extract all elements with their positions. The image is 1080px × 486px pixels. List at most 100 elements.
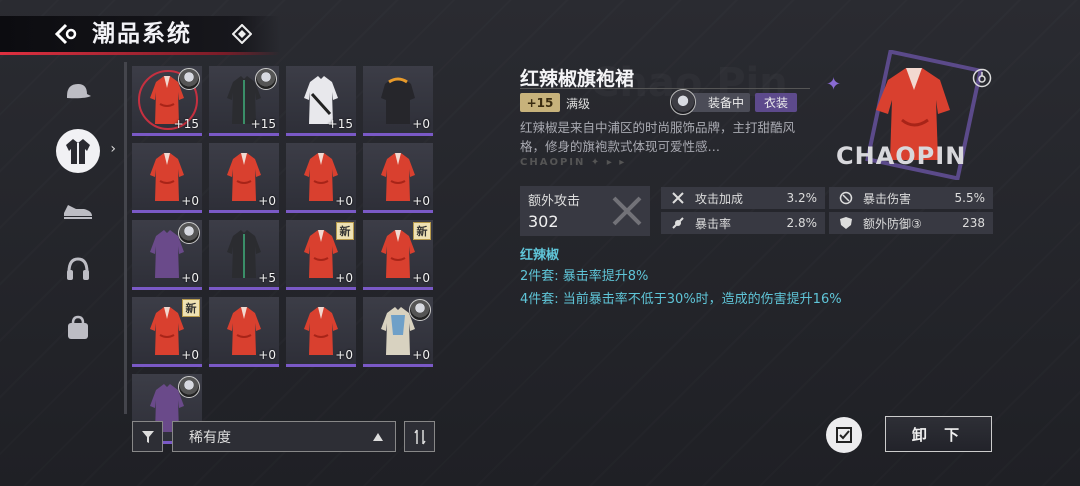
stat-name: 暴击率 [695, 216, 732, 231]
category-shoes[interactable] [56, 188, 100, 232]
header-accent [0, 52, 280, 55]
inventory-slot[interactable]: 新 +0 [286, 220, 356, 290]
back-button[interactable] [52, 20, 82, 48]
crossed-swords-icon [612, 196, 642, 226]
set-name: 红辣椒 [520, 248, 560, 263]
item-name: 红辣椒旗袍裙 [520, 68, 635, 90]
new-badge: 新 [336, 222, 354, 240]
crit-rate-icon [667, 216, 689, 230]
max-level-label: 满级 [566, 97, 591, 111]
stat-name: 暴击伤害 [863, 191, 912, 206]
slot-level: +0 [412, 194, 430, 208]
cap-icon [67, 84, 91, 99]
back-arrow-icon [54, 23, 77, 45]
slot-level: +0 [181, 348, 199, 362]
main-stat-label: 额外攻击 [528, 194, 581, 209]
bag-icon [68, 315, 88, 339]
divider [520, 88, 810, 89]
sort-order-icon [413, 429, 426, 444]
inventory-slot[interactable]: +0 [209, 143, 279, 213]
new-badge: 新 [182, 299, 200, 317]
inventory-slot[interactable]: +5 [209, 220, 279, 290]
slot-level: +0 [412, 348, 430, 362]
slot-level: +0 [258, 194, 276, 208]
stat-name: 额外防御③ [863, 216, 922, 231]
clipboard-icon [836, 427, 852, 443]
inventory-slot[interactable]: +0 [363, 143, 433, 213]
sort-order-button[interactable] [404, 421, 435, 452]
character-avatar [409, 299, 431, 321]
slot-level: +15 [173, 117, 199, 131]
slot-level: +0 [412, 271, 430, 285]
character-avatar [178, 222, 200, 244]
inventory-slot[interactable]: 新 +0 [363, 220, 433, 290]
sort-dropdown[interactable]: 稀有度 [172, 421, 396, 452]
triangle-up-icon [373, 433, 383, 441]
character-avatar [178, 376, 200, 398]
stat-value: 3.2% [786, 191, 818, 205]
brand-logo-text: CHAOPIN [836, 142, 967, 170]
inventory-slot[interactable]: +15 [209, 66, 279, 136]
main-stat-value: 302 [528, 212, 559, 231]
diamond-icon[interactable] [232, 24, 252, 44]
main-stat: 额外攻击 302 [520, 186, 650, 236]
stat-attack-bonus: 攻击加成 3.2% [661, 187, 825, 209]
shield-icon [835, 216, 857, 230]
stat-crit-damage: 暴击伤害 5.5% [829, 187, 993, 209]
item-description: 红辣椒是来自中浦区的时尚服饰品牌，主打甜酷风格，修身的旗袍款式体现可爱性感… [520, 120, 796, 154]
inventory-slot[interactable]: 新 +0 [132, 297, 202, 367]
filter-icon [141, 430, 154, 443]
compare-button[interactable] [826, 417, 862, 453]
inventory-slot[interactable]: +0 [209, 297, 279, 367]
stat-value: 5.5% [954, 191, 986, 205]
inventory-slot[interactable]: +0 [286, 143, 356, 213]
inventory-slot[interactable]: +15 [286, 66, 356, 136]
slot-level: +0 [181, 194, 199, 208]
character-avatar [255, 68, 277, 90]
info-icon[interactable] [972, 68, 992, 88]
inventory-slot[interactable]: +15 [132, 66, 202, 136]
item-type-tag: 衣装 [755, 93, 797, 112]
inventory-slot[interactable]: +0 [286, 297, 356, 367]
slot-level: +0 [258, 348, 276, 362]
stat-value: 238 [962, 216, 985, 230]
page-title: 潮品系统 [92, 21, 192, 47]
category-cap[interactable] [56, 70, 100, 114]
inventory-slot[interactable]: +0 [132, 220, 202, 290]
sort-bar: 稀有度 [132, 421, 436, 452]
new-badge: 新 [413, 222, 431, 240]
equip-status-text: 装备中 [707, 96, 744, 110]
svg-text:✦: ✦ [826, 74, 841, 95]
jacket-icon [66, 139, 90, 164]
slot-level: +0 [335, 271, 353, 285]
category-bag[interactable] [56, 306, 100, 350]
sort-label: 稀有度 [189, 429, 231, 446]
slot-level: +0 [181, 271, 199, 285]
stat-extra-defense: 额外防御③ 238 [829, 212, 993, 234]
category-headphones[interactable] [56, 247, 100, 291]
character-avatar [178, 68, 200, 90]
inventory-slot[interactable]: +0 [363, 297, 433, 367]
slot-level: +5 [258, 271, 276, 285]
slot-level: +15 [327, 117, 353, 131]
active-arrow-icon: › [110, 141, 116, 157]
headphones-icon [67, 257, 89, 280]
set-bonus-4: 4件套: 当前暴击率不低于30%时，造成的伤害提升16% [520, 292, 842, 307]
equipped-character-avatar [670, 89, 696, 115]
shoes-icon [64, 205, 92, 219]
inventory-grid: +15 +15 +15 +0 +0 +0 +0 +0 +0 +5 新 +0 新 +0 新 +0 +0 +0 +0 [132, 66, 436, 444]
filter-button[interactable] [132, 421, 163, 452]
inventory-slot[interactable]: +0 [363, 66, 433, 136]
inventory-slot[interactable]: +0 [132, 143, 202, 213]
slot-level: +15 [250, 117, 276, 131]
slot-level: +0 [335, 348, 353, 362]
category-sidebar: › [56, 70, 116, 365]
crossed-swords-icon [667, 191, 689, 205]
slot-level: +0 [335, 194, 353, 208]
set-bonus-2: 2件套: 暴击率提升8% [520, 269, 649, 284]
category-jacket[interactable]: › [56, 129, 116, 173]
stat-value: 2.8% [786, 216, 818, 230]
level-badge: +15 [520, 93, 560, 112]
unequip-button[interactable]: 卸 下 [885, 416, 992, 452]
stat-crit-rate: 暴击率 2.8% [661, 212, 825, 234]
